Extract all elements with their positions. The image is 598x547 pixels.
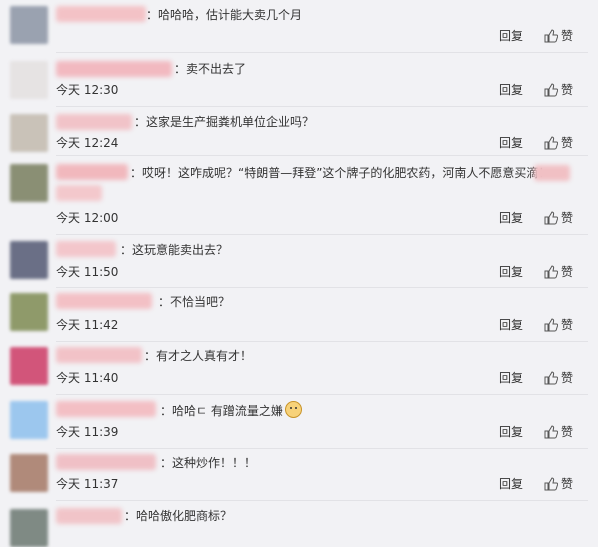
comment-item: ：这玩意能卖出去？ 今天 11:50 回复 赞: [0, 235, 598, 287]
like-button[interactable]: 赞: [544, 135, 573, 151]
thumbs-up-icon: [544, 211, 558, 225]
comment-item: ：卖不出去了 今天 12:30 回复 赞: [0, 53, 598, 106]
like-button[interactable]: 赞: [544, 82, 573, 98]
like-button[interactable]: 赞: [544, 370, 573, 386]
username[interactable]: [56, 293, 152, 309]
like-label: 赞: [561, 477, 574, 491]
timestamp: 今天 11:39: [56, 425, 119, 439]
thumbs-up-icon: [544, 136, 558, 150]
comment-text: ：哎呀！这咋成呢？“特朗普—拜登”这个牌子的化肥农药，河南人不愿意买滴！: [130, 166, 551, 180]
username[interactable]: [56, 454, 156, 470]
timestamp: 今天 12:24: [56, 136, 119, 150]
comment-item: ：这种炒作！！！ 今天 11:37 回复 赞: [0, 449, 598, 500]
comment-text: ：这家是生产掘粪机单位企业吗？: [134, 115, 315, 129]
comment-item: ：哈哈ㄷ 有蹭流量之嫌 今天 11:39 回复 赞: [0, 395, 598, 448]
reply-button[interactable]: 回复: [499, 210, 523, 226]
comment-text: ：不恰当吧？: [158, 295, 231, 309]
like-label: 赞: [561, 29, 574, 43]
reply-button[interactable]: 回复: [499, 476, 523, 492]
comment-item: ：哈哈傲化肥商标？: [0, 501, 598, 547]
reply-button[interactable]: 回复: [499, 424, 523, 440]
username[interactable]: [56, 114, 132, 130]
avatar[interactable]: [10, 164, 48, 202]
username[interactable]: [56, 6, 146, 22]
like-label: 赞: [561, 371, 574, 385]
like-label: 赞: [561, 265, 574, 279]
avatar[interactable]: [10, 6, 48, 44]
username[interactable]: [56, 164, 128, 180]
like-label: 赞: [561, 425, 574, 439]
comment-item: ：哈哈哈，估计能大卖几个月 回复 赞: [0, 0, 598, 52]
thumbs-up-icon: [544, 371, 558, 385]
reply-button[interactable]: 回复: [499, 28, 523, 44]
thumbs-up-icon: [544, 29, 558, 43]
comment-item: ：不恰当吧？ 今天 11:42 回复 赞: [0, 288, 598, 341]
timestamp: 今天 11:42: [56, 318, 119, 332]
like-label: 赞: [561, 211, 574, 225]
like-button[interactable]: 赞: [544, 264, 573, 280]
like-button[interactable]: 赞: [544, 210, 573, 226]
avatar[interactable]: [10, 401, 48, 439]
like-button[interactable]: 赞: [544, 476, 573, 492]
reply-button[interactable]: 回复: [499, 264, 523, 280]
username-continued: [534, 165, 570, 181]
username[interactable]: [56, 401, 156, 417]
reply-button[interactable]: 回复: [499, 317, 523, 333]
timestamp: 今天 11:50: [56, 265, 119, 279]
reply-button[interactable]: 回复: [499, 135, 523, 151]
thumbs-up-icon: [544, 425, 558, 439]
comment-item: ：这家是生产掘粪机单位企业吗？ 今天 12:24 回复 赞: [0, 107, 598, 155]
thumbs-up-icon: [544, 318, 558, 332]
comment-text: ：这玩意能卖出去？: [120, 243, 229, 257]
username[interactable]: [56, 508, 122, 524]
avatar[interactable]: [10, 509, 48, 547]
comment-list: ：哈哈哈，估计能大卖几个月 回复 赞 ：卖不出去了 今天 12:30 回复 赞 …: [0, 0, 598, 547]
thumbs-up-icon: [544, 265, 558, 279]
comment-text: ：哈哈傲化肥商标？: [124, 509, 233, 523]
username[interactable]: [56, 241, 116, 257]
like-label: 赞: [561, 136, 574, 150]
avatar[interactable]: [10, 241, 48, 279]
like-label: 赞: [561, 83, 574, 97]
comment-text-label: ：哈哈ㄷ 有蹭流量之嫌: [160, 404, 283, 418]
reply-button[interactable]: 回复: [499, 82, 523, 98]
comment-text: ：有才之人真有才！: [144, 349, 253, 363]
timestamp: 今天 11:40: [56, 371, 119, 385]
comment-text: ：卖不出去了: [174, 62, 247, 76]
avatar[interactable]: [10, 454, 48, 492]
like-button[interactable]: 赞: [544, 424, 573, 440]
comment-item: ：哎呀！这咋成呢？“特朗普—拜登”这个牌子的化肥农药，河南人不愿意买滴！ 今天 …: [0, 156, 598, 234]
comment-text: ：哈哈哈，估计能大卖几个月: [146, 8, 303, 22]
timestamp: 今天 12:00: [56, 211, 119, 225]
username[interactable]: [56, 347, 142, 363]
like-button[interactable]: 赞: [544, 28, 573, 44]
thumbs-up-icon: [544, 477, 558, 491]
avatar[interactable]: [10, 293, 48, 331]
comment-text-continued: [56, 185, 102, 201]
like-label: 赞: [561, 318, 574, 332]
doge-emoji-icon: [284, 401, 302, 418]
thumbs-up-icon: [544, 83, 558, 97]
username[interactable]: [56, 61, 172, 77]
like-button[interactable]: 赞: [544, 317, 573, 333]
timestamp: 今天 11:37: [56, 477, 119, 491]
comment-text: ：哈哈ㄷ 有蹭流量之嫌: [160, 401, 302, 419]
avatar[interactable]: [10, 61, 48, 99]
avatar[interactable]: [10, 114, 48, 152]
timestamp: 今天 12:30: [56, 83, 119, 97]
comment-text: ：这种炒作！！！: [160, 456, 257, 470]
comment-item: ：有才之人真有才！ 今天 11:40 回复 赞: [0, 342, 598, 394]
avatar[interactable]: [10, 347, 48, 385]
reply-button[interactable]: 回复: [499, 370, 523, 386]
